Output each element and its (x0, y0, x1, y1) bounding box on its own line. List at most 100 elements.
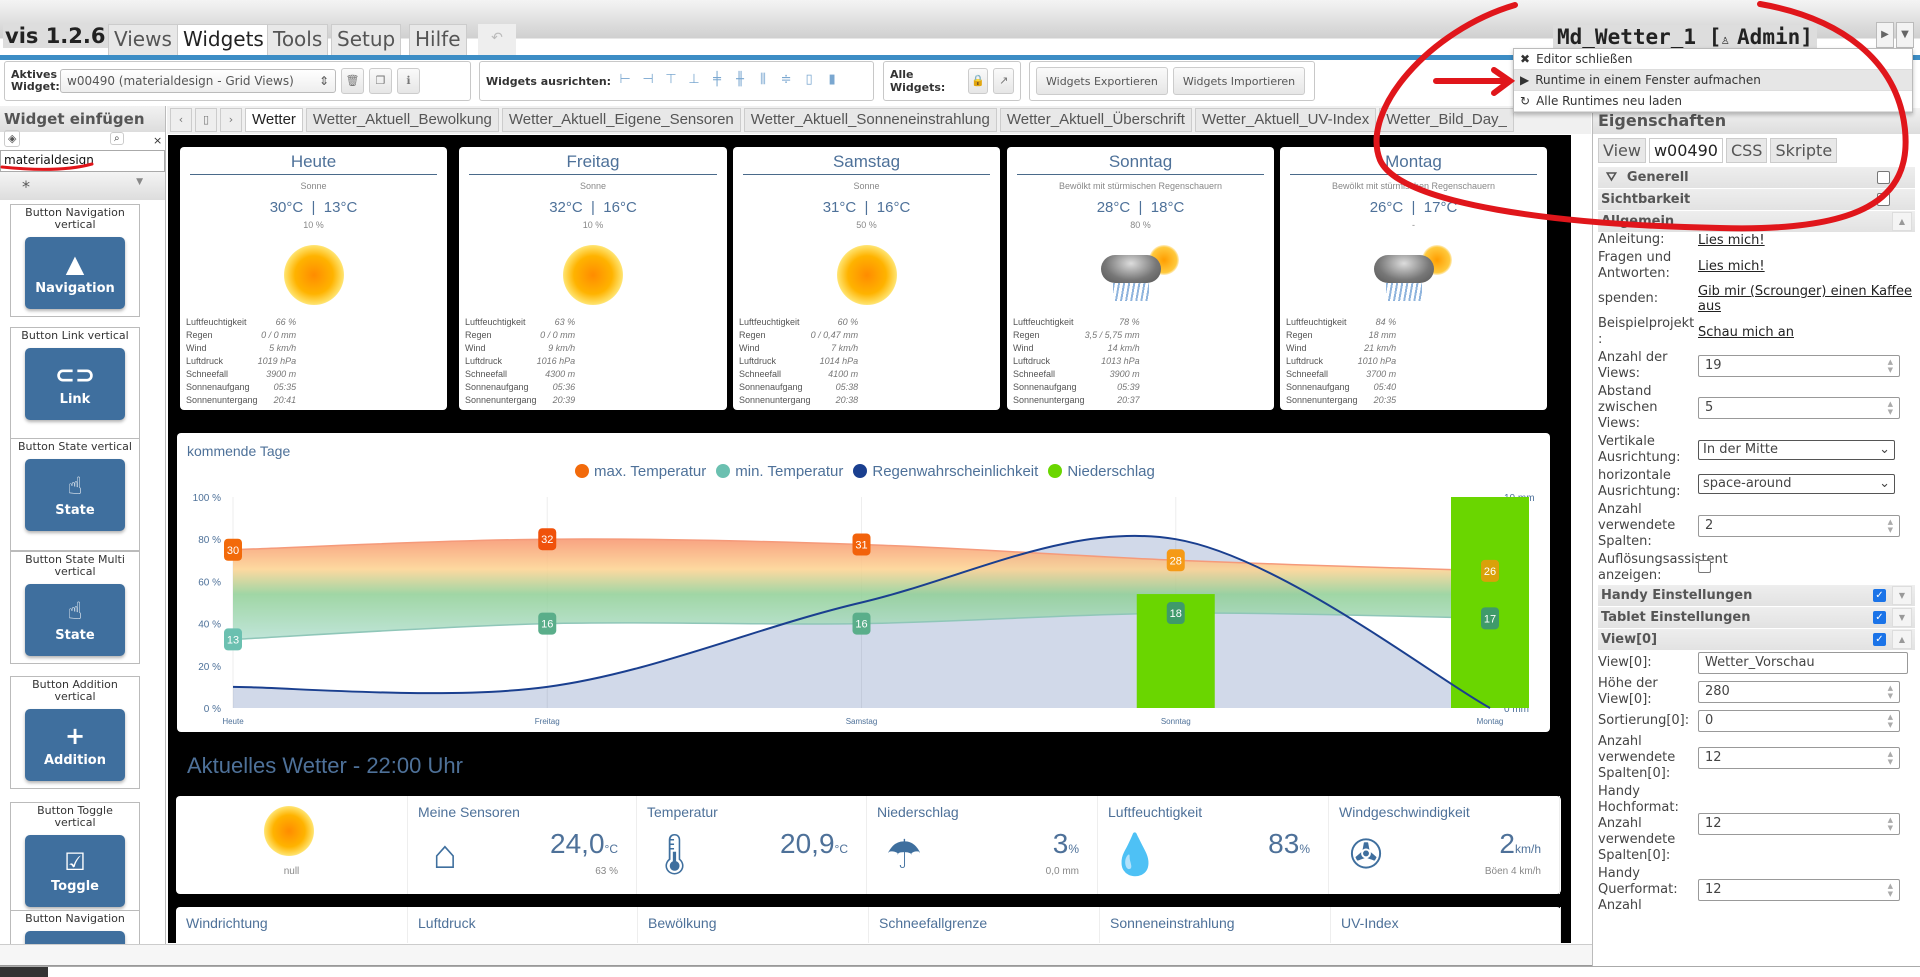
section-sichtbarkeit[interactable]: Sichtbarkeit (1598, 189, 1915, 210)
section-generell[interactable]: ⛛ Generell (1598, 167, 1915, 188)
widget-template[interactable]: Button State Multi vertical ☝ State (10, 551, 140, 664)
view-tab[interactable]: Wetter (245, 108, 303, 132)
same-width-icon[interactable]: ▯ (800, 72, 818, 90)
copy-widget-button[interactable]: ❐ (369, 68, 392, 94)
spinner-icon[interactable]: ▲ ▼ (1888, 400, 1893, 416)
filter-input[interactable]: materialdesign (0, 150, 165, 172)
vertikal-select[interactable]: In der Mitte ⌄ (1698, 440, 1895, 460)
widget-template[interactable]: Button State vertical ☝ State (10, 438, 140, 551)
widget-template[interactable]: Button Link vertical ⊂⊃ Link (10, 327, 140, 440)
distribute-vertical-icon[interactable]: ≑ (777, 72, 795, 90)
menu-tab-widgets[interactable]: Widgets (177, 24, 270, 55)
view-tab[interactable]: Wetter_Bild_Day_ (1379, 108, 1514, 132)
align-top-icon[interactable]: ⊤ (662, 72, 680, 90)
expand-chevron-down-icon[interactable]: ▼ (1892, 608, 1912, 627)
clear-filter-icon[interactable]: × (153, 134, 162, 147)
widget-template[interactable]: Button Toggle vertical ☑ Toggle (10, 802, 140, 915)
view-tab[interactable]: Wetter_Aktuell_Sonneneinstrahlung (743, 108, 997, 132)
aufloesung-checkbox[interactable] (1698, 559, 1711, 573)
next-view-chevron-right-icon[interactable]: › (220, 108, 242, 132)
forecast-day: Samstag (832, 152, 901, 171)
lock-button[interactable]: 🔒 (967, 68, 989, 94)
menu-tab-views[interactable]: Views (108, 24, 178, 55)
section-view0[interactable]: View[0] ✓ ▲ (1598, 629, 1915, 650)
distribute-horizontal-icon[interactable]: ⫼ (754, 72, 772, 90)
section-allgemein[interactable]: Allgemein ▲ (1598, 211, 1915, 232)
faq-link[interactable]: Lies mich! (1698, 259, 1765, 274)
expand-chevron-down-icon[interactable]: ▼ (1892, 586, 1912, 605)
runtime-menu-chevron-down-icon[interactable]: ▼ (1896, 22, 1914, 48)
hoch-input[interactable]: 12 ▲ ▼ (1698, 813, 1900, 835)
view-tab[interactable]: Wetter_Aktuell_UV-Index (1194, 108, 1377, 132)
tab-view[interactable]: View (1598, 138, 1646, 163)
active-widget-select[interactable]: w00490 (materialdesign - Grid Views) ⇕ (60, 69, 336, 93)
collapse-chevron-up-icon[interactable]: ▲ (1892, 212, 1912, 231)
spalten-input[interactable]: 2 ▲ ▼ (1698, 515, 1900, 537)
prop-label: Vertikale Ausrichtung: (1598, 434, 1681, 465)
generell-checkbox[interactable] (1877, 171, 1890, 184)
spinner-icon[interactable]: ▲ ▼ (1888, 358, 1893, 374)
filter-icon[interactable]: ⛛ (1606, 170, 1617, 185)
tab-skripte[interactable]: Skripte (1770, 138, 1838, 163)
view-tab[interactable]: Wetter_Aktuell_Eigene_Sensoren (501, 108, 741, 132)
widget-template[interactable]: Button Navigation vertical ▲ Navigation (10, 204, 140, 317)
quer-input[interactable]: 12 ▲ ▼ (1698, 879, 1900, 901)
widget-template[interactable]: Button Navigation ▲Navigation (10, 910, 140, 944)
y-left-tick: 60 % (198, 577, 221, 588)
views-input[interactable]: 19 ▲ ▼ (1698, 355, 1900, 377)
sichtbarkeit-checkbox[interactable] (1877, 193, 1890, 206)
spinner-icon[interactable]: ▲ ▼ (1888, 684, 1893, 700)
horizontal-scrollbar[interactable] (0, 944, 1592, 966)
play-runtime-button[interactable]: ▶ (1876, 22, 1894, 48)
spalten0-input[interactable]: 12 ▲ ▼ (1698, 747, 1900, 769)
widget-preview-label: Toggle (51, 878, 99, 894)
detail-row: Sonnenaufgang 05:35 (186, 380, 296, 393)
spinner-icon[interactable]: ▲ ▼ (1888, 518, 1893, 534)
export-widgets-button[interactable]: Widgets Exportieren (1036, 67, 1168, 95)
tab-css[interactable]: CSS (1725, 138, 1768, 163)
delete-widget-button[interactable]: 🗑 (341, 68, 364, 94)
info-widget-button[interactable]: ℹ (397, 68, 420, 94)
hoehe-input[interactable]: 280 ▲ ▼ (1698, 681, 1900, 703)
menu-tab-hilfe[interactable]: Hilfe (409, 24, 467, 55)
horizontal-select[interactable]: space-around ⌄ (1698, 474, 1895, 494)
view-list-icon[interactable]: ▯ (195, 108, 217, 132)
same-height-icon[interactable]: ▮ (823, 72, 841, 90)
example-project-link[interactable]: Schau mich an (1698, 325, 1794, 340)
anleitung-link[interactable]: Lies mich! (1698, 233, 1765, 248)
section-handy[interactable]: Handy Einstellungen ✓ ▼ (1598, 585, 1915, 606)
abstand-input[interactable]: 5 ▲ ▼ (1698, 397, 1900, 419)
tablet-checkbox[interactable]: ✓ (1873, 611, 1886, 624)
view0-input[interactable]: Wetter_Vorschau (1698, 652, 1908, 674)
menu-item-close-editor[interactable]: ✖ Editor schließen (1514, 49, 1912, 70)
collapse-chevron-up-icon[interactable]: ▲ (1892, 630, 1912, 649)
widget-template[interactable]: Button Addition vertical + Addition (10, 676, 140, 789)
menu-tab-setup[interactable]: Setup (331, 24, 402, 55)
view0-checkbox[interactable]: ✓ (1873, 633, 1886, 646)
menu-tab-tools[interactable]: Tools (267, 24, 329, 55)
align-center-horizontal-icon[interactable]: ╫ (731, 72, 749, 90)
spinner-icon[interactable]: ▲ ▼ (1888, 750, 1893, 766)
spinner-icon[interactable]: ▲ ▼ (1888, 816, 1893, 832)
donate-link[interactable]: Gib mir (Scrounger) einen Kaffee aus (1698, 284, 1912, 314)
undo-icon[interactable]: ↶ (478, 24, 516, 55)
import-widgets-button[interactable]: Widgets Importieren (1172, 67, 1306, 95)
view-tab[interactable]: Wetter_Aktuell_Bewolkung (305, 108, 499, 132)
spinner-icon[interactable]: ▲ ▼ (1888, 713, 1893, 729)
widget-set-select[interactable]: * ▼ (0, 172, 165, 200)
align-left-icon[interactable]: ⊢ (616, 72, 634, 90)
align-right-icon[interactable]: ⊣ (639, 72, 657, 90)
menu-item-open-runtime-window[interactable]: ▶ Runtime in einem Fenster aufmachen (1514, 70, 1912, 91)
align-center-vertical-icon[interactable]: ╪ (708, 72, 726, 90)
sort-input[interactable]: 0 ▲ ▼ (1698, 710, 1900, 732)
prev-view-chevron-left-icon[interactable]: ‹ (170, 108, 192, 132)
menu-item-reload-runtimes[interactable]: ↻ Alle Runtimes neu laden (1514, 91, 1912, 112)
handy-checkbox[interactable]: ✓ (1873, 589, 1886, 602)
spinner-icon[interactable]: ▲ ▼ (1888, 882, 1893, 898)
external-link-button[interactable]: ↗ (993, 68, 1014, 94)
align-bottom-icon[interactable]: ⊥ (685, 72, 703, 90)
view-tab[interactable]: Wetter_Aktuell_Überschrift (999, 108, 1192, 132)
section-tablet[interactable]: Tablet Einstellungen ✓ ▼ (1598, 607, 1915, 628)
search-icon[interactable]: ⌕ (110, 132, 124, 145)
tab-widget[interactable]: w00490 (1648, 138, 1723, 163)
